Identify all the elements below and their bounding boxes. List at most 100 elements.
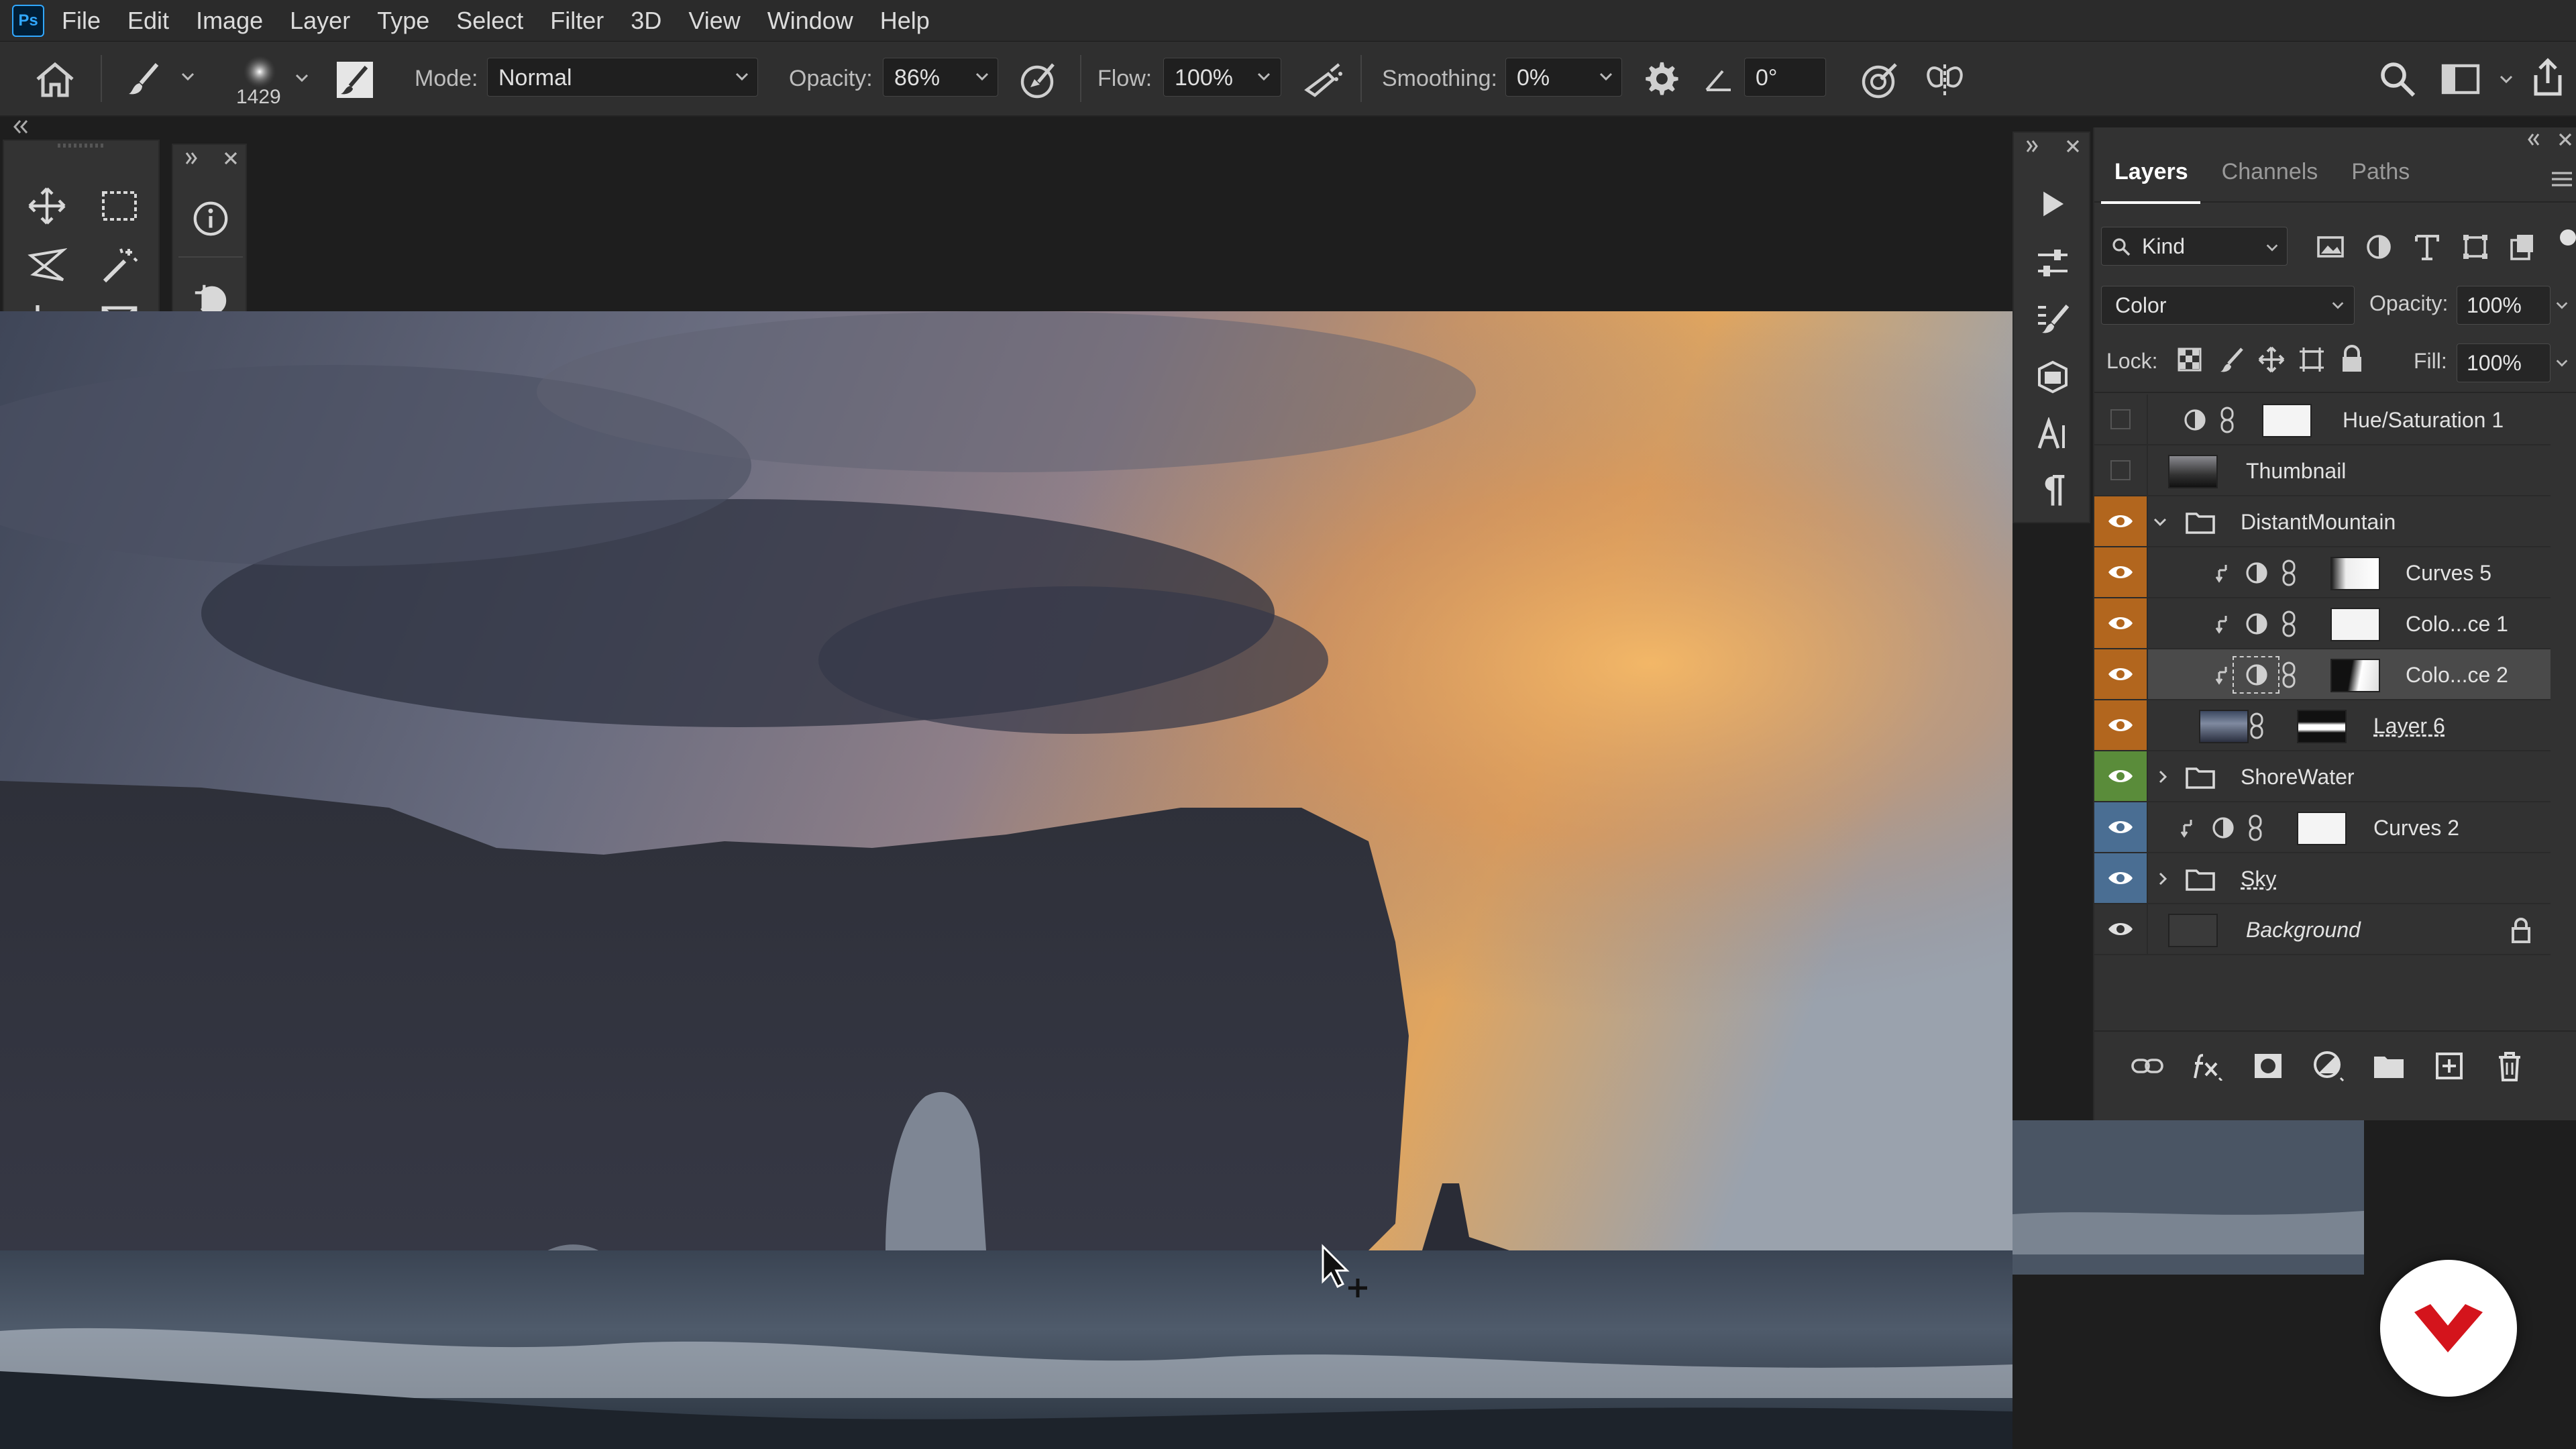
document-canvas[interactable] <box>0 311 2012 1449</box>
panel-menu-icon[interactable] <box>2551 169 2573 189</box>
share-icon[interactable] <box>2529 56 2567 98</box>
menu-filter[interactable]: Filter <box>550 7 604 35</box>
fill-field[interactable]: 100% <box>2457 343 2551 382</box>
layer-row-color-balance-1[interactable]: Colo...ce 1 <box>2094 598 2551 649</box>
lock-position-icon[interactable] <box>2258 346 2285 373</box>
new-adjustment-icon[interactable] <box>2312 1049 2345 1083</box>
lock-transparent-icon[interactable] <box>2176 346 2203 373</box>
layer-name[interactable]: Sky <box>2241 867 2276 892</box>
tab-paths[interactable]: Paths <box>2351 159 2410 185</box>
layer-name[interactable]: Colo...ce 2 <box>2406 663 2508 688</box>
move-tool-icon[interactable] <box>13 178 80 233</box>
layer-visibility-toggle[interactable] <box>2094 802 2148 852</box>
photoshop-logo[interactable]: Ps <box>12 4 44 37</box>
layer-name[interactable]: Background <box>2246 918 2361 943</box>
filter-type-icon[interactable] <box>2412 232 2442 262</box>
expand-panel-icon[interactable] <box>2025 138 2041 154</box>
filter-shape-icon[interactable] <box>2461 232 2490 262</box>
filter-adjustment-icon[interactable] <box>2364 232 2394 262</box>
layer-name[interactable]: Thumbnail <box>2246 459 2346 484</box>
actions-play-icon[interactable] <box>2026 177 2080 231</box>
brush-tool-icon[interactable] <box>125 60 162 98</box>
layer-name[interactable]: Colo...ce 1 <box>2406 612 2508 637</box>
layer-visibility-toggle[interactable] <box>2094 649 2148 699</box>
angle-field[interactable]: 0° <box>1744 58 1826 97</box>
layer-name[interactable]: ShoreWater <box>2241 765 2355 790</box>
layer-visibility-toggle[interactable] <box>2094 904 2148 954</box>
layer-name[interactable]: DistantMountain <box>2241 510 2396 535</box>
collapse-panels-icon[interactable] <box>11 117 31 137</box>
chevron-down-icon[interactable] <box>2152 514 2168 530</box>
new-group-icon[interactable] <box>2372 1049 2406 1083</box>
symmetry-icon[interactable] <box>1924 60 1966 101</box>
chevron-down-icon[interactable] <box>734 68 749 83</box>
filter-pixel-icon[interactable] <box>2316 232 2345 262</box>
link-icon[interactable] <box>2281 610 2297 637</box>
3d-icon[interactable] <box>2026 350 2080 404</box>
menu-file[interactable]: File <box>62 7 101 35</box>
new-layer-icon[interactable] <box>2432 1049 2466 1083</box>
chevron-right-icon[interactable] <box>2155 769 2171 785</box>
chevron-down-icon[interactable] <box>1598 68 1613 83</box>
close-icon[interactable] <box>223 150 239 166</box>
marquee-tool-icon[interactable] <box>86 178 153 233</box>
layer-opacity-field[interactable]: 100% <box>2457 286 2551 325</box>
menu-image[interactable]: Image <box>196 7 263 35</box>
layer-thumbnail[interactable] <box>2199 710 2249 743</box>
character-icon[interactable] <box>2026 408 2080 462</box>
brush-preset-icon[interactable] <box>241 54 278 90</box>
layer-row-layer-6[interactable]: Layer 6 <box>2094 700 2551 751</box>
add-mask-icon[interactable] <box>2251 1049 2285 1083</box>
gear-icon[interactable] <box>1641 59 1680 98</box>
blend-mode-dropdown[interactable]: Color <box>2101 286 2355 325</box>
home-icon[interactable] <box>34 60 76 98</box>
close-icon[interactable] <box>2065 138 2081 154</box>
layer-name[interactable]: Curves 2 <box>2373 816 2459 841</box>
brush-settings-panel-icon[interactable] <box>2026 292 2080 346</box>
layer-mask-thumbnail[interactable] <box>2297 812 2347 845</box>
chevron-down-icon[interactable] <box>1256 68 1271 83</box>
link-icon[interactable] <box>2247 814 2263 841</box>
chevron-down-icon[interactable] <box>2498 71 2514 87</box>
menu-select[interactable]: Select <box>456 7 523 35</box>
layer-row-hue-saturation-1[interactable]: Hue/Saturation 1 <box>2094 394 2551 445</box>
pressure-size-icon[interactable] <box>1860 60 1900 101</box>
layer-row-thumbnail[interactable]: Thumbnail <box>2094 445 2551 496</box>
lock-pixels-icon[interactable] <box>2218 346 2245 373</box>
chevron-down-icon[interactable] <box>974 68 989 83</box>
chevron-down-icon[interactable] <box>2555 298 2569 313</box>
menu-type[interactable]: Type <box>377 7 429 35</box>
layer-visibility-toggle[interactable] <box>2094 547 2148 597</box>
layer-mask-thumbnail[interactable] <box>2262 404 2312 437</box>
layer-row-curves-2[interactable]: Curves 2 <box>2094 802 2551 853</box>
tab-layers[interactable]: Layers <box>2114 159 2188 185</box>
layer-thumbnail[interactable] <box>2168 455 2218 488</box>
fx-icon[interactable] <box>2191 1049 2224 1083</box>
layer-mask-thumbnail[interactable] <box>2330 608 2380 641</box>
menu-help[interactable]: Help <box>880 7 930 35</box>
layer-row-shore-water[interactable]: ShoreWater <box>2094 751 2551 802</box>
menu-window[interactable]: Window <box>767 7 853 35</box>
layer-visibility-toggle[interactable] <box>2094 394 2148 444</box>
menu-view[interactable]: View <box>688 7 740 35</box>
workspace-icon[interactable] <box>2440 63 2481 95</box>
layer-name[interactable]: Curves 5 <box>2406 561 2491 586</box>
layer-row-background[interactable]: Background <box>2094 904 2551 955</box>
link-icon[interactable] <box>2281 559 2297 586</box>
trash-icon[interactable] <box>2493 1049 2526 1083</box>
chevron-down-icon[interactable] <box>294 70 310 86</box>
mode-dropdown[interactable]: Normal <box>487 58 758 97</box>
layer-visibility-toggle[interactable] <box>2094 445 2148 495</box>
panel-grip[interactable] <box>58 144 105 148</box>
layer-visibility-toggle[interactable] <box>2094 496 2148 546</box>
menu-layer[interactable]: Layer <box>290 7 350 35</box>
layer-visibility-toggle[interactable] <box>2094 700 2148 750</box>
layer-row-sky[interactable]: Sky <box>2094 853 2551 904</box>
lock-artboard-icon[interactable] <box>2298 346 2325 373</box>
adjustments-icon[interactable] <box>2026 236 2080 290</box>
tab-channels[interactable]: Channels <box>2222 159 2318 185</box>
filter-toggle-icon[interactable] <box>2560 229 2576 246</box>
menu-edit[interactable]: Edit <box>127 7 169 35</box>
link-icon[interactable] <box>2219 407 2235 433</box>
pressure-opacity-icon[interactable] <box>1018 60 1059 101</box>
